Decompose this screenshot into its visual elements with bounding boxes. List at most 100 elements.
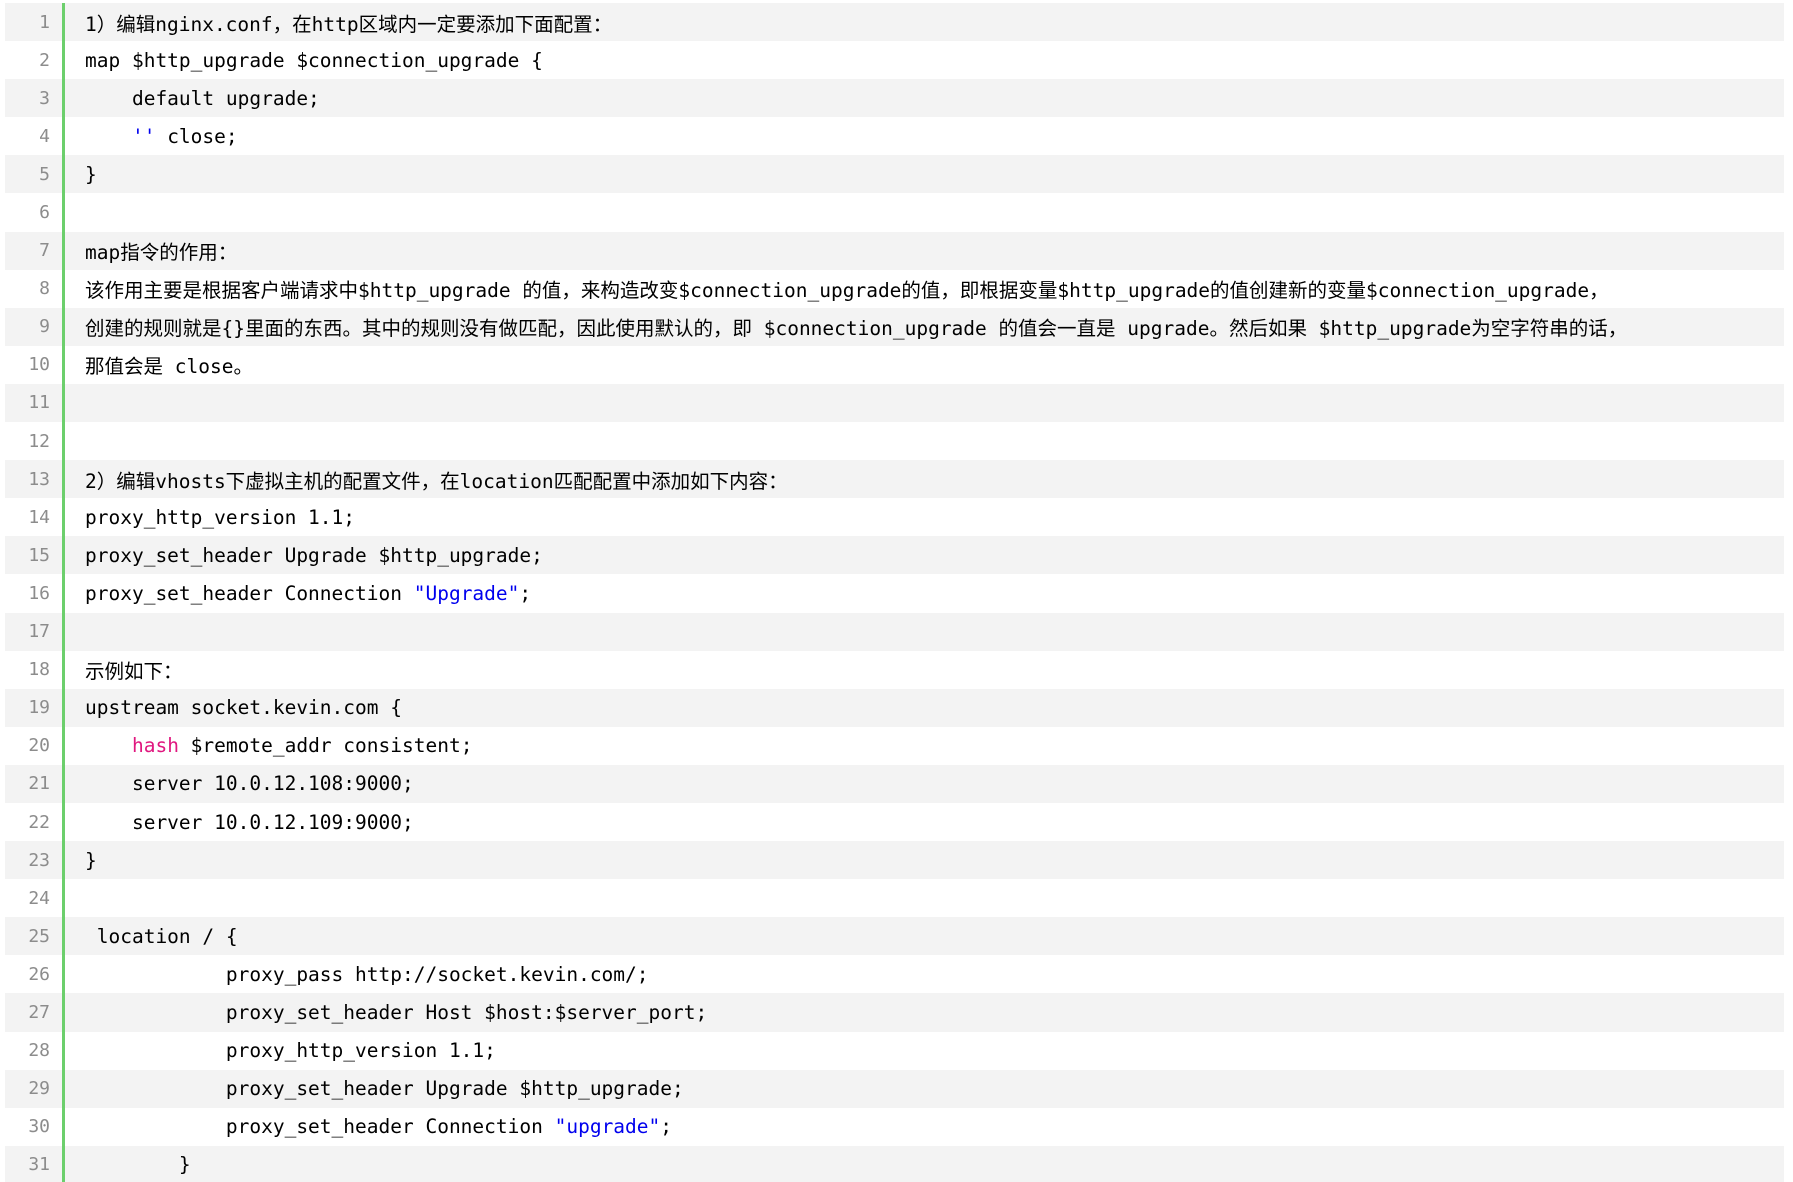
code-line: 19 upstream socket.kevin.com { bbox=[5, 688, 1784, 727]
line-number: 13 bbox=[5, 460, 65, 499]
line-number: 30 bbox=[5, 1107, 65, 1146]
line-number: 2 bbox=[5, 41, 65, 80]
line-content bbox=[65, 422, 85, 460]
line-number: 22 bbox=[5, 802, 65, 842]
string-token: '' bbox=[131, 124, 156, 148]
code-token: ; bbox=[519, 581, 532, 605]
code-token: map $http_upgrade $connection_upgrade { bbox=[85, 48, 543, 72]
code-token: 那值会是 close。 bbox=[85, 355, 253, 379]
string-token: "upgrade" bbox=[554, 1115, 661, 1139]
line-number: 28 bbox=[5, 1031, 65, 1070]
line-content: 示例如下： bbox=[65, 651, 183, 689]
code-lines: 1 1）编辑nginx.conf，在http区域内一定要添加下面配置： 2 map $… bbox=[5, 3, 1784, 1182]
line-content: 1）编辑nginx.conf，在http区域内一定要添加下面配置： bbox=[65, 3, 612, 41]
line-content: proxy_set_header Upgrade $http_upgrade; bbox=[65, 536, 543, 574]
code-token: ; bbox=[660, 1115, 673, 1139]
line-number: 11 bbox=[5, 383, 65, 423]
line-number: 6 bbox=[5, 193, 65, 232]
code-line: 2 map $http_upgrade $connection_upgrade { bbox=[5, 41, 1784, 80]
code-line: 4 '' close; bbox=[5, 117, 1784, 156]
line-number: 12 bbox=[5, 422, 65, 461]
code-line: 6 bbox=[5, 193, 1784, 232]
code-token: proxy_http_version 1.1; bbox=[85, 505, 356, 529]
code-line: 21 server 10.0.12.108:9000; bbox=[5, 764, 1784, 803]
code-token: upstream socket.kevin.com { bbox=[85, 696, 402, 720]
line-content: map $http_upgrade $connection_upgrade { bbox=[65, 41, 543, 79]
code-line: 8 该作用主要是根据客户端请求中$http_upgrade 的值，来构造改变$co… bbox=[5, 269, 1784, 308]
code-line: 17 bbox=[5, 612, 1784, 651]
code-line: 18 示例如下： bbox=[5, 650, 1784, 689]
line-number: 23 bbox=[5, 841, 65, 880]
line-content bbox=[65, 193, 85, 231]
code-token: 该作用主要是根据客户端请求中$http_upgrade 的值，来构造改变$con… bbox=[85, 279, 1609, 303]
line-content: hash $remote_addr consistent; bbox=[65, 727, 472, 765]
line-content: } bbox=[65, 1146, 191, 1182]
code-token: proxy_set_header Connection bbox=[85, 581, 414, 605]
line-number: 21 bbox=[5, 764, 65, 803]
code-token: proxy_set_header Host $host:$server_port… bbox=[85, 1000, 708, 1024]
code-token: proxy_set_header Connection bbox=[85, 1115, 555, 1139]
line-content: proxy_set_header Upgrade $http_upgrade; bbox=[65, 1070, 684, 1108]
code-line: 30 proxy_set_header Connection "upgrade"… bbox=[5, 1107, 1784, 1146]
line-content: server 10.0.12.108:9000; bbox=[65, 765, 414, 803]
line-content: proxy_set_header Host $host:$server_port… bbox=[65, 993, 707, 1031]
line-number: 26 bbox=[5, 955, 65, 994]
line-number: 1 bbox=[5, 3, 65, 42]
line-content: 创建的规则就是{}里面的东西。其中的规则没有做匹配，因此使用默认的，即 $con… bbox=[65, 308, 1627, 346]
line-number: 24 bbox=[5, 879, 65, 918]
line-number: 29 bbox=[5, 1069, 65, 1108]
line-number: 9 bbox=[5, 307, 65, 346]
line-number: 25 bbox=[5, 917, 65, 956]
code-line: 29 proxy_set_header Upgrade $http_upgrad… bbox=[5, 1069, 1784, 1108]
line-number: 7 bbox=[5, 231, 65, 270]
code-line: 9 创建的规则就是{}里面的东西。其中的规则没有做匹配，因此使用默认的，即 $co… bbox=[5, 307, 1784, 346]
line-content bbox=[65, 613, 85, 651]
code-line: 14 proxy_http_version 1.1; bbox=[5, 498, 1784, 537]
code-token: 示例如下： bbox=[85, 660, 183, 684]
line-number: 3 bbox=[5, 79, 65, 118]
code-token: proxy_http_version 1.1; bbox=[85, 1039, 496, 1063]
line-number: 27 bbox=[5, 993, 65, 1032]
code-line: 22 server 10.0.12.109:9000; bbox=[5, 802, 1784, 842]
line-number: 14 bbox=[5, 498, 65, 537]
code-token: default upgrade; bbox=[85, 86, 320, 110]
line-number: 15 bbox=[5, 536, 65, 575]
code-line: 23} bbox=[5, 841, 1784, 880]
line-content: proxy_set_header Connection "Upgrade"; bbox=[65, 574, 531, 612]
keyword-token: hash bbox=[131, 734, 179, 758]
code-token: } bbox=[85, 162, 97, 186]
code-line: 10 那值会是 close。 bbox=[5, 345, 1784, 384]
code-token: $remote_addr consistent; bbox=[178, 734, 473, 758]
code-token: 1）编辑nginx.conf，在http区域内一定要添加下面配置： bbox=[85, 12, 613, 36]
line-number: 18 bbox=[5, 650, 65, 689]
line-content: proxy_http_version 1.1; bbox=[65, 1032, 496, 1070]
line-number: 16 bbox=[5, 574, 65, 613]
code-viewer: 1 1）编辑nginx.conf，在http区域内一定要添加下面配置： 2 map $… bbox=[5, 3, 1784, 1182]
line-content: '' close; bbox=[65, 117, 238, 155]
line-number: 5 bbox=[5, 155, 65, 194]
code-line: 1 1）编辑nginx.conf，在http区域内一定要添加下面配置： bbox=[5, 3, 1784, 42]
line-content: proxy_http_version 1.1; bbox=[65, 498, 355, 536]
line-content: } bbox=[65, 155, 97, 193]
code-line: 28 proxy_http_version 1.1; bbox=[5, 1031, 1784, 1070]
code-line: 20 hash $remote_addr consistent; bbox=[5, 726, 1784, 765]
line-content: upstream socket.kevin.com { bbox=[65, 689, 402, 727]
line-content: proxy_pass http://socket.kevin.com/; bbox=[65, 955, 649, 993]
code-token: proxy_pass http://socket.kevin.com/; bbox=[85, 962, 649, 986]
code-line: 5} bbox=[5, 155, 1784, 194]
code-line: 15 proxy_set_header Upgrade $http_upgrade… bbox=[5, 536, 1784, 575]
code-line: 11 bbox=[5, 383, 1784, 423]
code-line: 31 } bbox=[5, 1145, 1784, 1182]
code-token: close; bbox=[155, 124, 238, 148]
line-number: 31 bbox=[5, 1145, 65, 1182]
code-line: 13 2）编辑vhosts下虚拟主机的配置文件，在location匹配配置中添加如… bbox=[5, 460, 1784, 499]
code-line: 7 map指令的作用： bbox=[5, 231, 1784, 270]
code-token: proxy_set_header Upgrade $http_upgrade; bbox=[85, 543, 543, 567]
line-content bbox=[65, 879, 85, 917]
code-token: server 10.0.12.109:9000; bbox=[85, 810, 414, 834]
line-content: location / { bbox=[65, 917, 238, 955]
line-content: proxy_set_header Connection "upgrade"; bbox=[65, 1108, 672, 1146]
code-token: 2）编辑vhosts下虚拟主机的配置文件，在location匹配配置中添加如下内… bbox=[85, 469, 788, 493]
